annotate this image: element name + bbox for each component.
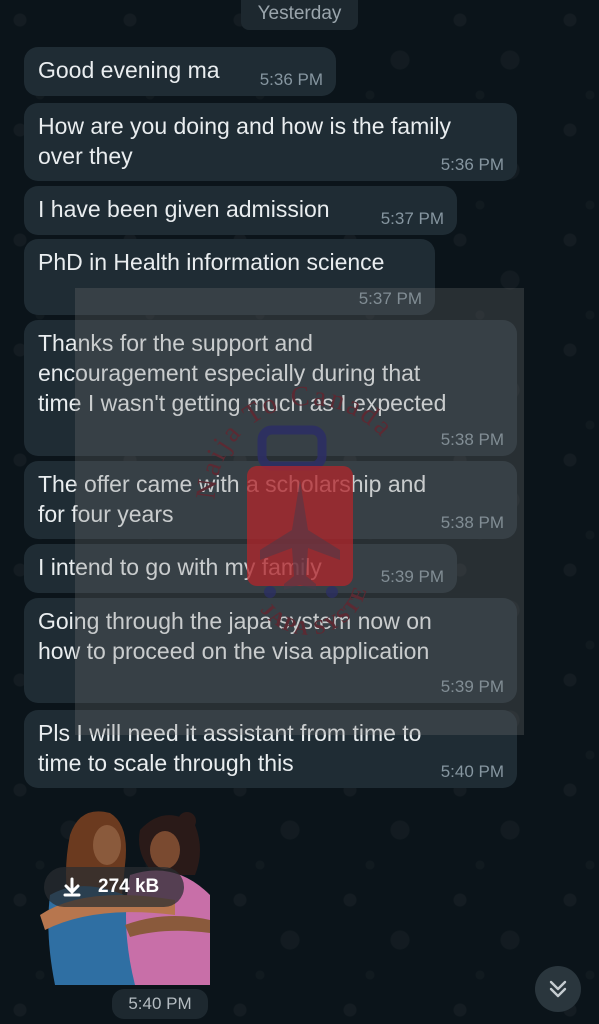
download-arrow-icon	[63, 877, 81, 897]
message-bubble[interactable]: Good evening ma 5:36 PM	[24, 47, 336, 96]
sticker-download-button[interactable]: 274 kB	[44, 867, 184, 907]
watermark-logo: Naija To Canada JAPA SYSTEM	[190, 380, 398, 640]
message-text: How are you doing and how is the family …	[38, 113, 451, 169]
message-bubble[interactable]: I have been given admission 5:37 PM	[24, 186, 457, 235]
message-time: 5:40 PM	[440, 762, 504, 781]
message-bubble[interactable]: How are you doing and how is the family …	[24, 103, 517, 181]
message-time: 5:36 PM	[259, 70, 323, 89]
download-size: 274 kB	[98, 876, 160, 897]
date-separator: Yesterday	[241, 0, 358, 30]
message-time: 5:37 PM	[380, 209, 444, 228]
scroll-to-bottom-button[interactable]	[535, 966, 581, 1012]
message-text: PhD in Health information science	[38, 249, 385, 275]
double-chevron-down-icon	[549, 980, 567, 998]
message-time: 5:36 PM	[440, 155, 504, 174]
sticker-time: 5:40 PM	[112, 989, 208, 1019]
